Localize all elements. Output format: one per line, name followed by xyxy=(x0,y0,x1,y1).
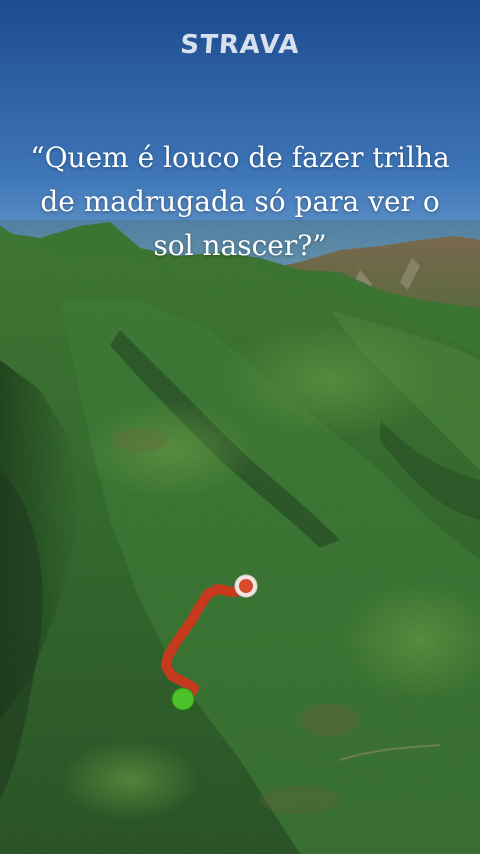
route-end-marker-dot xyxy=(239,579,253,593)
terrain-texture xyxy=(0,220,480,854)
strava-logo: STRAVA xyxy=(179,30,301,60)
terrain-map-view[interactable] xyxy=(0,0,480,854)
route-start-marker xyxy=(171,687,195,711)
terrain-map-svg xyxy=(0,0,480,854)
headline-quote: “Quem é louco de fazer trilha de madruga… xyxy=(30,141,450,262)
